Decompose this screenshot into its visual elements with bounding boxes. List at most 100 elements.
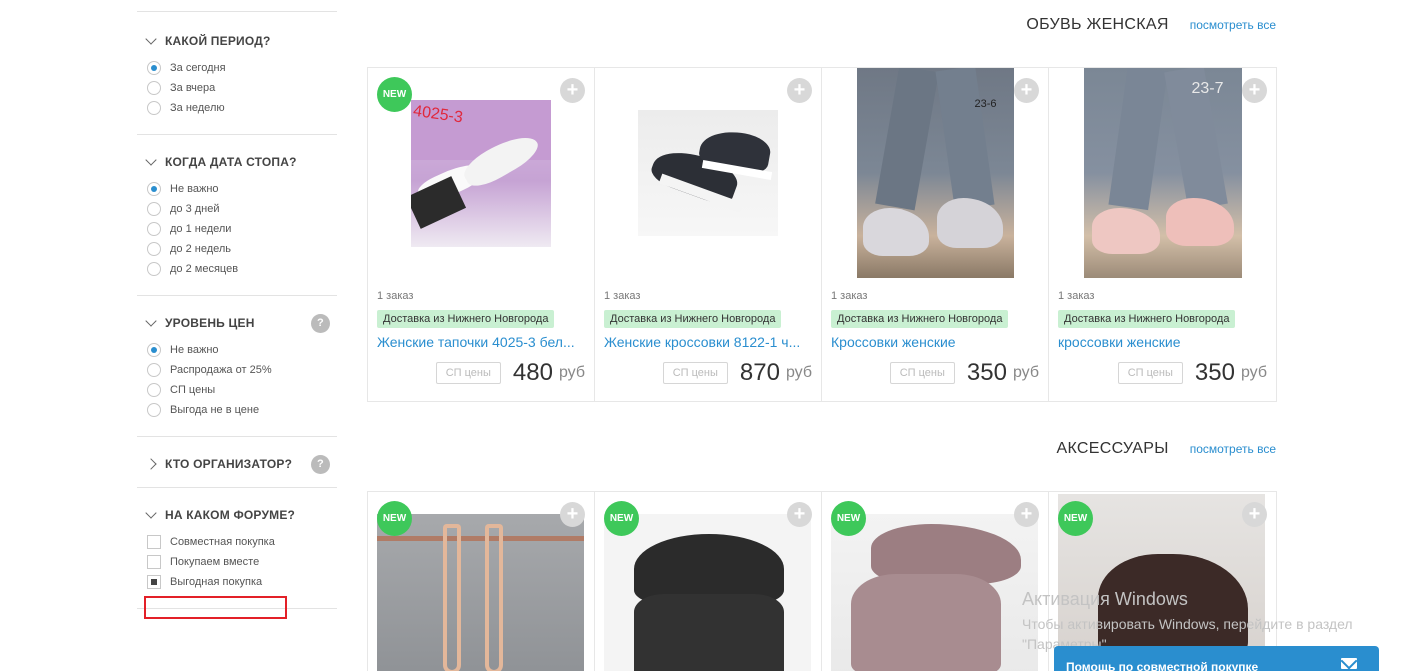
option-label: СП цены <box>170 384 216 396</box>
radio-button[interactable] <box>147 222 161 236</box>
sp-price-tag: СП цены <box>435 362 501 384</box>
add-icon[interactable]: + <box>1014 502 1039 527</box>
product-card[interactable]: NEW + <box>368 492 595 671</box>
add-icon[interactable]: + <box>560 502 585 527</box>
product-image[interactable]: 23-7 <box>1058 68 1267 278</box>
price-option-any[interactable]: Не важно <box>147 340 337 360</box>
product-card[interactable]: + 23-7 1 заказ Доставка из Нижнего Новго… <box>1049 68 1276 401</box>
product-image[interactable] <box>604 68 812 278</box>
option-label: до 3 дней <box>170 203 220 215</box>
price-option-sale[interactable]: Распродажа от 25% <box>147 360 337 380</box>
filter-stop-date-header[interactable]: КОГДА ДАТА СТОПА? <box>145 153 337 169</box>
filter-price-level-header[interactable]: УРОВЕНЬ ЦЕН ? <box>145 313 337 333</box>
sp-price-tag: СП цены <box>889 362 955 384</box>
radio-button[interactable] <box>147 182 161 196</box>
forum-option-joint[interactable]: Совместная покупка <box>147 532 337 552</box>
price-option-sp[interactable]: СП цены <box>147 380 337 400</box>
stop-option-any[interactable]: Не важно <box>147 179 337 199</box>
option-label: За неделю <box>170 102 225 114</box>
stop-option-2months[interactable]: до 2 месяцев <box>147 259 337 279</box>
period-option-yesterday[interactable]: За вчера <box>147 78 337 98</box>
option-label: Выгодная покупка <box>170 576 263 588</box>
filter-forum-header[interactable]: НА КАКОМ ФОРУМЕ? <box>145 506 337 522</box>
radio-button[interactable] <box>147 61 161 75</box>
product-name-link[interactable]: кроссовки женские <box>1058 334 1267 350</box>
help-chat-button[interactable]: Помощь по совместной покупке <box>1054 646 1379 671</box>
product-image[interactable]: 23-6 <box>831 68 1039 278</box>
leg-shape <box>874 68 939 211</box>
section-title: АКСЕССУАРЫ <box>1056 440 1169 457</box>
order-count: 1 заказ <box>377 290 414 302</box>
filter-sidebar: КАКОЙ ПЕРИОД? За сегодня За вчера За нед… <box>137 11 337 609</box>
filter-organizer: КТО ОРГАНИЗАТОР? ? <box>137 436 337 487</box>
product-card[interactable]: + 1 заказ Доставка из Нижнего Новгорода … <box>595 68 822 401</box>
product-name-link[interactable]: Женские кроссовки 8122-1 ч... <box>604 334 812 350</box>
radio-button[interactable] <box>147 242 161 256</box>
product-card[interactable]: + 23-6 1 заказ Доставка из Нижнего Новго… <box>822 68 1049 401</box>
radio-button[interactable] <box>147 202 161 216</box>
photo-label: 23-7 <box>1191 80 1224 97</box>
radio-button[interactable] <box>147 343 161 357</box>
checkbox[interactable] <box>147 535 161 549</box>
forum-option-profitable[interactable]: Выгодная покупка <box>147 572 337 592</box>
windows-activation-title: Активация Windows <box>1022 589 1188 609</box>
new-badge: NEW <box>604 501 639 536</box>
radio-button[interactable] <box>147 383 161 397</box>
price-option-benefit[interactable]: Выгода не в цене <box>147 400 337 420</box>
product-photo: 23-7 <box>1083 68 1242 278</box>
price-value: 350 <box>1194 359 1235 386</box>
radio-button[interactable] <box>147 101 161 115</box>
filter-organizer-title: КТО ОРГАНИЗАТОР? <box>165 457 293 471</box>
price-row: СП цены 870 руб <box>604 359 812 387</box>
period-option-week[interactable]: За неделю <box>147 98 337 118</box>
sp-price-tag: СП цены <box>662 362 728 384</box>
chevron-down-icon <box>145 314 157 327</box>
product-photo <box>831 514 1038 671</box>
add-icon[interactable]: + <box>1242 78 1267 103</box>
add-icon[interactable]: + <box>1014 78 1039 103</box>
stop-option-3days[interactable]: до 3 дней <box>147 199 337 219</box>
help-chat-label: Помощь по совместной покупке <box>1066 660 1259 671</box>
filter-period-header[interactable]: КАКОЙ ПЕРИОД? <box>145 32 337 48</box>
add-icon[interactable]: + <box>1242 502 1267 527</box>
checkbox[interactable] <box>147 575 161 589</box>
add-icon[interactable]: + <box>787 502 812 527</box>
help-icon[interactable]: ? <box>311 454 330 474</box>
see-all-link[interactable]: посмотреть все <box>1190 18 1276 32</box>
order-count: 1 заказ <box>1058 290 1095 302</box>
product-card[interactable]: NEW + 4025-3 1 заказ Доставка из Нижнего… <box>368 68 595 401</box>
radio-button[interactable] <box>147 262 161 276</box>
price-value: 350 <box>966 359 1007 386</box>
see-all-link[interactable]: посмотреть все <box>1190 442 1276 456</box>
radio-button[interactable] <box>147 403 161 417</box>
product-photo: 23-6 <box>856 68 1014 278</box>
radio-button[interactable] <box>147 81 161 95</box>
product-name-link[interactable]: Женские тапочки 4025-3 бел... <box>377 334 585 350</box>
radio-button[interactable] <box>147 363 161 377</box>
order-count: 1 заказ <box>831 290 868 302</box>
option-label: За вчера <box>170 82 216 94</box>
add-icon[interactable]: + <box>787 78 812 103</box>
mail-icon <box>1341 658 1357 669</box>
forum-option-together[interactable]: Покупаем вместе <box>147 552 337 572</box>
period-option-today[interactable]: За сегодня <box>147 58 337 78</box>
sp-price-tag: СП цены <box>1117 362 1183 384</box>
filter-organizer-header[interactable]: КТО ОРГАНИЗАТОР? ? <box>145 454 337 474</box>
chevron-down-icon <box>145 506 157 519</box>
stop-option-1week[interactable]: до 1 недели <box>147 219 337 239</box>
filter-stop-date: КОГДА ДАТА СТОПА? Не важно до 3 дней до … <box>137 134 337 295</box>
product-card[interactable]: NEW + <box>822 492 1049 671</box>
option-label: Не важно <box>170 344 219 356</box>
product-card[interactable]: NEW + <box>595 492 822 671</box>
help-icon[interactable]: ? <box>311 313 330 333</box>
wire-shape <box>377 536 584 541</box>
option-label: до 1 недели <box>170 223 232 235</box>
product-name-link[interactable]: Кроссовки женские <box>831 334 1039 350</box>
checkbox[interactable] <box>147 555 161 569</box>
add-icon[interactable]: + <box>560 78 585 103</box>
price-row: СП цены 350 руб <box>1058 359 1267 387</box>
filter-forum: НА КАКОМ ФОРУМЕ? Совместная покупка Поку… <box>137 487 337 609</box>
delivery-badge: Доставка из Нижнего Новгорода <box>604 310 782 328</box>
option-label: Покупаем вместе <box>170 556 260 568</box>
stop-option-2weeks[interactable]: до 2 недель <box>147 239 337 259</box>
